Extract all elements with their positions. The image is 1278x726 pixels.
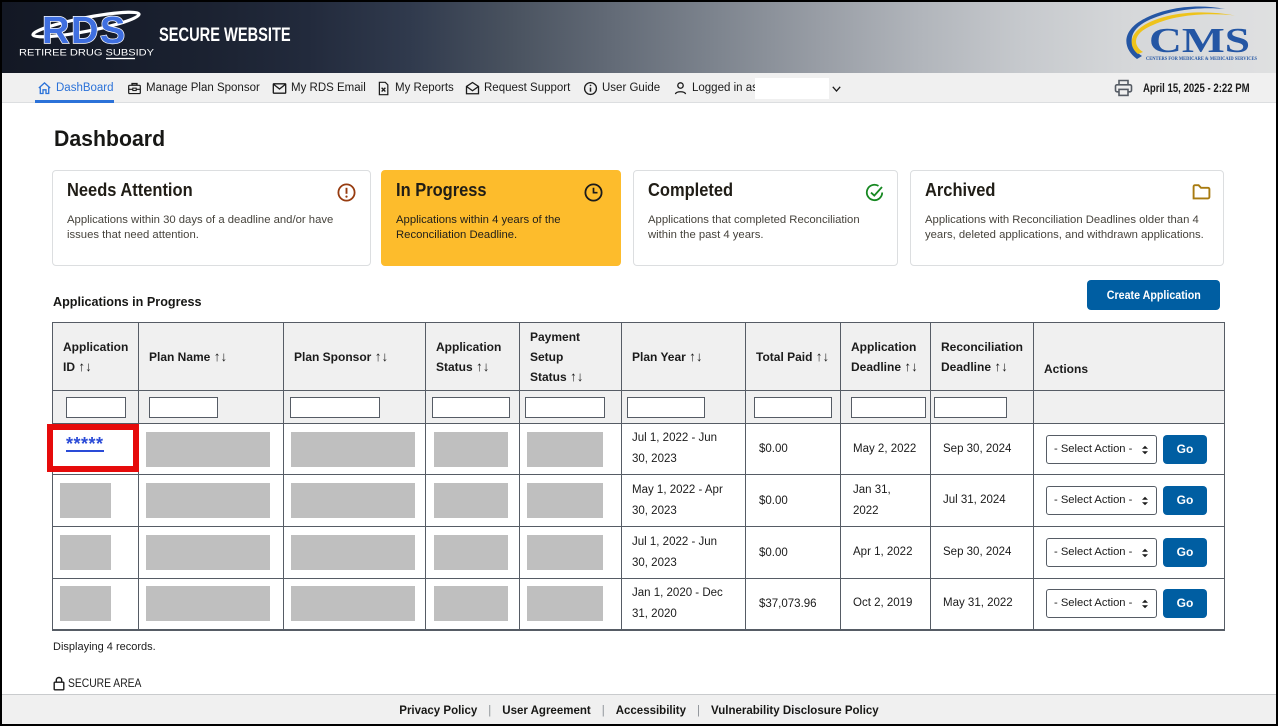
svg-text:RETIREE DRUG SUBSIDY: RETIREE DRUG SUBSIDY [19, 48, 154, 58]
svg-text:CENTERS FOR MEDICARE & MEDICAI: CENTERS FOR MEDICARE & MEDICAID SERVICES [1146, 57, 1257, 62]
svg-text:CMS: CMS [1149, 21, 1250, 60]
svg-text:RDS: RDS [42, 10, 127, 52]
